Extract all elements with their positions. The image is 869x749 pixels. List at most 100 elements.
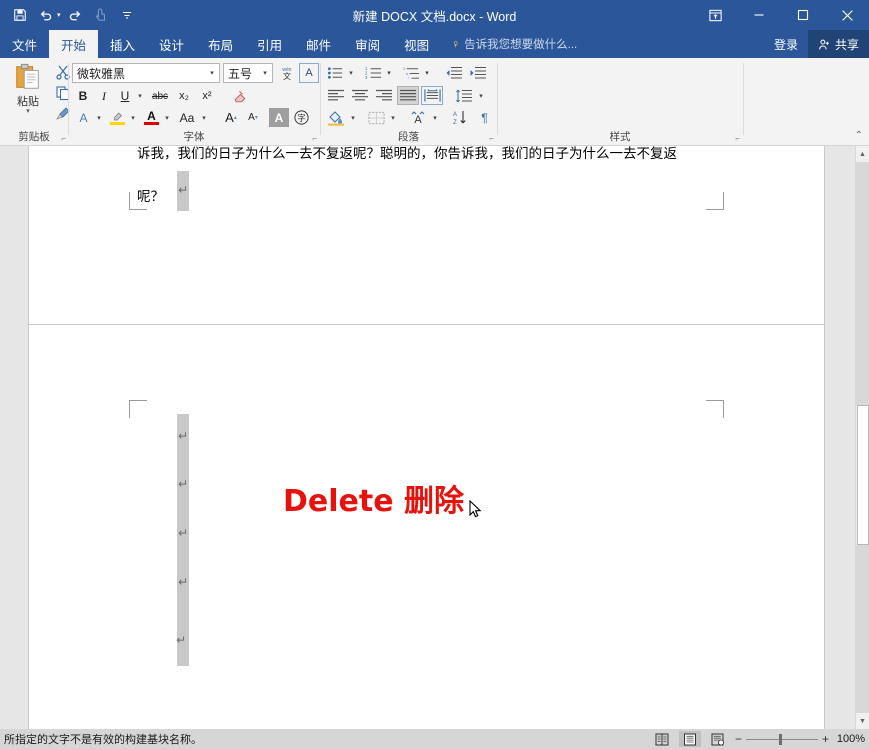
enclose-character-button[interactable]: 字: [291, 108, 311, 127]
text-effects-button[interactable]: A: [74, 108, 93, 127]
sort-button[interactable]: AZ: [449, 108, 471, 127]
line-spacing-button[interactable]: [453, 86, 475, 105]
tab-layout[interactable]: 布局: [196, 30, 245, 58]
close-icon[interactable]: [825, 0, 869, 30]
scroll-track-lower[interactable]: [856, 545, 869, 713]
clear-formatting-button[interactable]: [229, 87, 251, 105]
styles-dialog-launcher[interactable]: ⌐: [735, 134, 740, 143]
zoom-level-label[interactable]: 100%: [835, 733, 865, 745]
vertical-scrollbar[interactable]: ▲ ▼: [855, 146, 869, 729]
zoom-slider[interactable]: − +: [735, 734, 829, 744]
word-window: ▾ 新建 DOCX 文档.docx - Word: [0, 0, 869, 749]
decrease-indent-button[interactable]: [443, 63, 465, 82]
increase-indent-button[interactable]: [467, 63, 489, 82]
justify-button[interactable]: [397, 86, 419, 105]
change-case-caret[interactable]: ▾: [199, 108, 209, 127]
tab-references[interactable]: 引用: [245, 30, 294, 58]
highlight-color-button[interactable]: [108, 108, 127, 127]
zoom-handle[interactable]: [779, 734, 782, 745]
zoom-track[interactable]: [746, 739, 818, 740]
shading-button[interactable]: [325, 108, 347, 127]
highlight-color-caret[interactable]: ▾: [128, 108, 138, 127]
zoom-out-button[interactable]: −: [735, 734, 742, 744]
font-name-combo[interactable]: 微软雅黑 ▾: [72, 63, 220, 83]
view-print-layout-icon[interactable]: [679, 731, 701, 747]
scroll-up-arrow-icon[interactable]: ▲: [856, 146, 869, 162]
change-case-button[interactable]: Aa: [176, 108, 198, 127]
numbering-button[interactable]: 123: [363, 63, 383, 82]
superscript-button[interactable]: x²: [197, 87, 217, 105]
shading-caret[interactable]: ▾: [348, 108, 358, 127]
align-right-button[interactable]: [373, 86, 395, 105]
collapse-ribbon-icon[interactable]: ⌃: [855, 130, 863, 141]
svg-text:i: i: [407, 76, 408, 80]
scroll-down-arrow-icon[interactable]: ▼: [856, 713, 869, 729]
customize-qat-icon[interactable]: [115, 3, 139, 27]
maximize-icon[interactable]: [781, 0, 825, 30]
tab-design[interactable]: 设计: [147, 30, 196, 58]
undo-dropdown-caret[interactable]: ▾: [57, 11, 61, 19]
multilevel-list-button[interactable]: 1ai: [401, 63, 421, 82]
tell-me-search[interactable]: ♀ 告诉我您想要做什么...: [451, 30, 577, 58]
paste-icon: [13, 62, 43, 92]
touch-mouse-mode-icon[interactable]: [89, 3, 113, 27]
font-dialog-launcher[interactable]: ⌐: [312, 134, 317, 143]
shrink-font-button[interactable]: A▾: [243, 108, 263, 127]
strikethrough-button[interactable]: abc: [149, 87, 171, 105]
view-web-layout-icon[interactable]: [707, 731, 729, 747]
tab-view[interactable]: 视图: [392, 30, 441, 58]
tab-insert[interactable]: 插入: [98, 30, 147, 58]
tab-review[interactable]: 审阅: [343, 30, 392, 58]
bullets-button[interactable]: [325, 63, 345, 82]
align-center-button[interactable]: [349, 86, 371, 105]
document-canvas[interactable]: 诉我，我们的日子为什么一去不复返呢？聪明的，你告诉我，我们的日子为什么一去不复返…: [0, 146, 855, 729]
save-icon[interactable]: [8, 3, 32, 27]
bullets-caret[interactable]: ▾: [346, 63, 356, 82]
share-button[interactable]: 共享: [808, 30, 869, 58]
sign-in-button[interactable]: 登录: [764, 36, 808, 53]
cn-layout-caret[interactable]: ▾: [430, 108, 440, 127]
multilevel-list-caret[interactable]: ▾: [422, 63, 432, 82]
align-left-button[interactable]: [325, 86, 347, 105]
clipboard-dialog-launcher[interactable]: ⌐: [61, 134, 66, 143]
bold-button[interactable]: B: [74, 87, 92, 105]
zoom-in-button[interactable]: +: [822, 734, 829, 744]
borders-caret[interactable]: ▾: [388, 108, 398, 127]
paste-dropdown-caret[interactable]: ▾: [26, 110, 30, 114]
paragraph-mark: ↵: [176, 633, 186, 647]
tab-mailings[interactable]: 邮件: [294, 30, 343, 58]
borders-button[interactable]: [365, 108, 387, 127]
phonetic-guide-button[interactable]: wén文: [277, 63, 297, 83]
font-color-button[interactable]: A: [142, 108, 161, 127]
show-formatting-marks-button[interactable]: ¶: [474, 108, 494, 127]
font-size-caret[interactable]: ▾: [258, 69, 272, 77]
view-read-mode-icon[interactable]: [651, 731, 673, 747]
scroll-thumb[interactable]: [857, 405, 869, 545]
character-border-button[interactable]: A: [299, 63, 319, 83]
tab-home[interactable]: 开始: [49, 30, 98, 58]
cn-layout-button[interactable]: A: [407, 108, 429, 127]
underline-dropdown-caret[interactable]: ▾: [135, 87, 145, 105]
font-name-caret[interactable]: ▾: [205, 69, 219, 77]
font-size-combo[interactable]: 五号 ▾: [223, 63, 273, 83]
character-shading-button[interactable]: A: [269, 108, 289, 127]
font-color-caret[interactable]: ▾: [162, 108, 172, 127]
undo-icon[interactable]: [34, 3, 58, 27]
subscript-button[interactable]: x₂: [174, 87, 194, 105]
text-effects-caret[interactable]: ▾: [94, 108, 104, 127]
minimize-icon[interactable]: [737, 0, 781, 30]
numbering-caret[interactable]: ▾: [384, 63, 394, 82]
ribbon-display-options-icon[interactable]: [693, 0, 737, 30]
distribute-button[interactable]: [421, 86, 443, 105]
line-spacing-caret[interactable]: ▾: [476, 86, 486, 105]
italic-button[interactable]: I: [95, 87, 113, 105]
scroll-track-upper[interactable]: [856, 162, 869, 405]
underline-button[interactable]: U: [116, 87, 134, 105]
selection-highlight: [177, 414, 189, 666]
tab-file[interactable]: 文件: [0, 30, 49, 58]
paste-button[interactable]: 粘贴 ▾: [6, 62, 50, 124]
paragraph-dialog-launcher[interactable]: ⌐: [489, 134, 494, 143]
redo-icon[interactable]: [63, 3, 87, 27]
paragraph-mark: ↵: [178, 526, 188, 540]
grow-font-button[interactable]: A▴: [221, 108, 241, 127]
